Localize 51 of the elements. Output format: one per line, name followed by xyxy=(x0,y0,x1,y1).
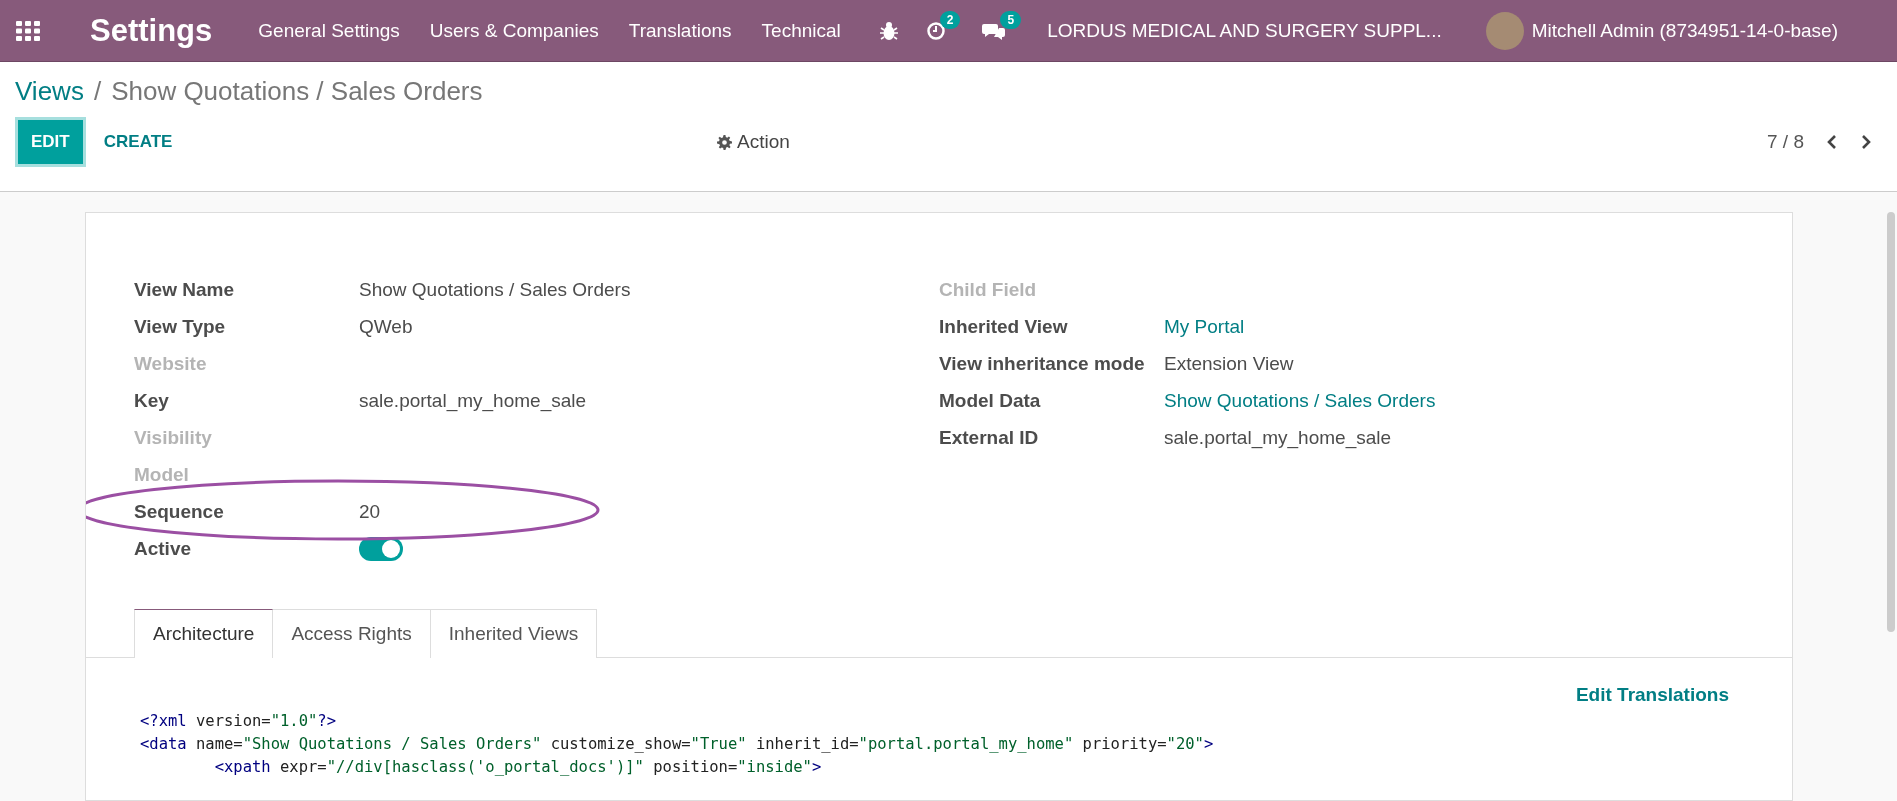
field-label: Inherited View xyxy=(939,315,1069,338)
tab[interactable]: Inherited Views xyxy=(430,609,598,658)
field-label: View Type xyxy=(134,315,227,338)
field-label: Active xyxy=(134,537,193,560)
code-line: <xpath expr="//div[hasclass('o_portal_docs')]" position="inside"> xyxy=(213,757,822,778)
field-label: Child Field xyxy=(939,278,1038,301)
tab[interactable]: Architecture xyxy=(134,609,274,658)
gear-icon xyxy=(717,134,732,150)
breadcrumb-current: Show Quotations / Sales Orders xyxy=(111,75,483,107)
field-label: External ID xyxy=(939,426,1040,449)
app-title: Settings xyxy=(90,12,213,49)
field-value: Show Quotations / Sales Orders xyxy=(359,278,631,300)
message-count-badge: 5 xyxy=(1000,10,1022,29)
field-value: QWeb xyxy=(359,315,413,337)
next-icon[interactable] xyxy=(1860,134,1872,150)
field-link[interactable]: My Portal xyxy=(1164,315,1245,337)
create-button[interactable]: CREATE xyxy=(93,117,183,167)
code-line: <data name="Show Quotations / Sales Orders" customize_show="True" inherit_id="portal.portal_my_home" priority="20"> xyxy=(140,734,1214,755)
field-value: sale.portal_my_home_sale xyxy=(359,389,587,411)
edit-button[interactable]: EDIT xyxy=(15,117,86,167)
previous-icon[interactable] xyxy=(1826,134,1838,150)
scrollbar[interactable] xyxy=(1887,212,1895,632)
menu-item[interactable]: Users & Companies xyxy=(429,19,599,42)
action-button[interactable]: Action xyxy=(715,127,792,157)
field-label: View inheritance mode xyxy=(939,352,1146,375)
field-label: Key xyxy=(134,389,170,412)
field-label: View Name xyxy=(134,278,235,301)
field-value: sale.portal_my_home_sale xyxy=(1164,426,1392,448)
edit-translations-link[interactable]: Edit Translations xyxy=(1575,684,1729,706)
clock-icon[interactable] xyxy=(925,20,946,41)
code-line: <?xml version="1.0"?> xyxy=(140,711,336,732)
company-switcher[interactable]: LORDUS MEDICAL AND SURGERY SUPPL... xyxy=(1047,19,1442,42)
breadcrumb-link[interactable]: Views xyxy=(15,75,84,107)
pager-counter: 7 / 8 xyxy=(1767,131,1804,153)
apps-menu-icon[interactable] xyxy=(16,20,40,41)
breadcrumb-separator: / xyxy=(93,75,102,107)
user-menu[interactable]: Mitchell Admin (8734951-14-0-base) xyxy=(1531,19,1838,42)
field-value: Extension View xyxy=(1164,352,1294,374)
menu-item[interactable]: Translations xyxy=(628,19,732,42)
bug-icon[interactable] xyxy=(879,20,898,41)
menu-item[interactable]: Technical xyxy=(761,19,841,42)
field-label: Model xyxy=(134,463,190,486)
field-label: Website xyxy=(134,352,208,375)
field-label: Sequence xyxy=(134,500,225,523)
field-label: Visibility xyxy=(134,426,213,449)
tab[interactable]: Access Rights xyxy=(273,609,431,658)
field-link[interactable]: Show Quotations / Sales Orders xyxy=(1164,389,1436,411)
field-value: 20 xyxy=(359,500,381,522)
menu-item[interactable]: General Settings xyxy=(258,19,400,42)
field-label: Model Data xyxy=(939,389,1042,412)
activity-count-badge: 2 xyxy=(939,10,961,29)
